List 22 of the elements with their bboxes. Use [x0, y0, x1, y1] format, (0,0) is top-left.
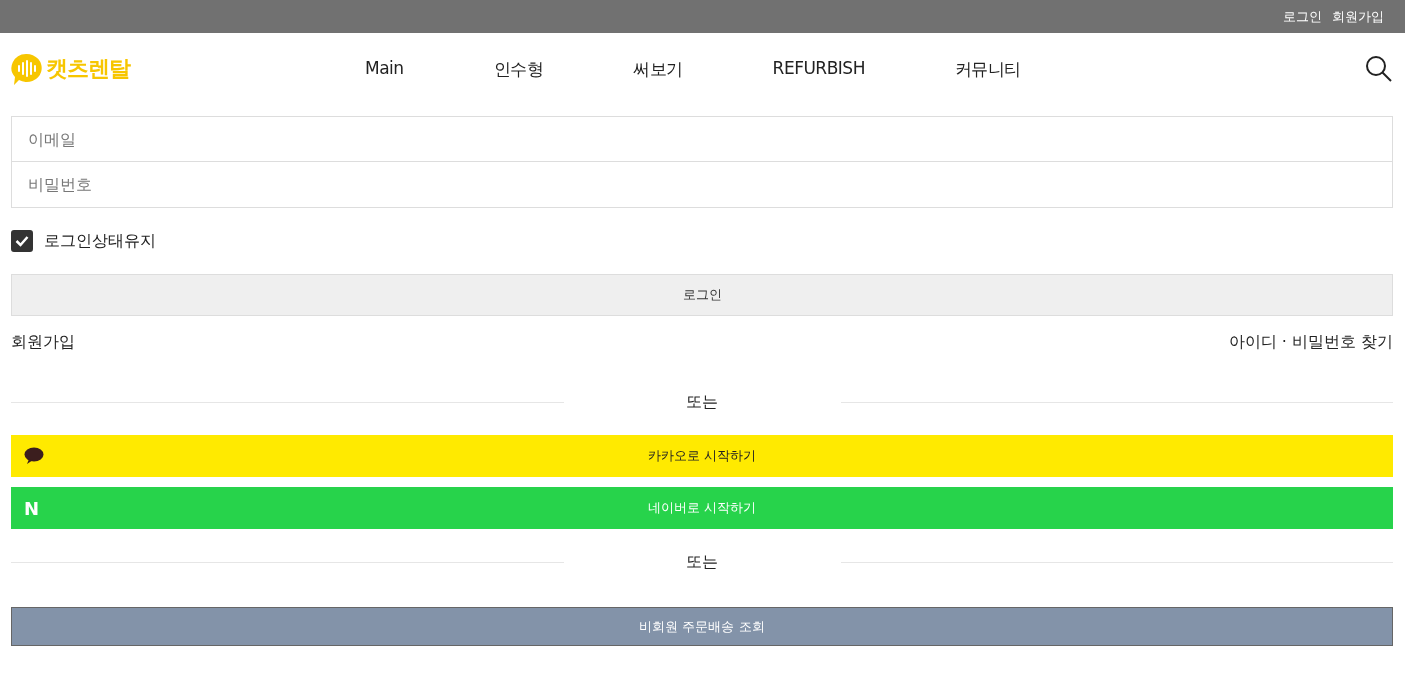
signup-link[interactable]: 회원가입 — [11, 331, 75, 353]
nav-link[interactable]: 인수형 — [493, 57, 544, 81]
divider-label: 또는 — [685, 551, 719, 573]
nav-link[interactable]: 써보기 — [633, 57, 683, 81]
checkbox[interactable] — [11, 230, 33, 252]
naver-logo-icon: N — [24, 497, 40, 519]
top-link[interactable]: 로그인 — [1283, 7, 1322, 26]
find-account-link[interactable]: 아이디 · 비밀번호 찾기 — [1228, 331, 1393, 353]
speech-bubble-icon — [10, 52, 44, 86]
login-button[interactable]: 로그인 — [11, 274, 1393, 316]
divider-label: 또는 — [685, 391, 719, 413]
search-icon[interactable] — [1365, 55, 1393, 83]
password-field[interactable]: 비밀번호 — [11, 162, 1393, 208]
email-field[interactable]: 이메일 — [11, 116, 1393, 162]
nav-link[interactable]: REFURBISH — [772, 57, 865, 81]
kakao-login-button[interactable]: 카카오로 시작하기 — [11, 435, 1393, 477]
checkmark-icon — [15, 235, 29, 247]
nav-link[interactable]: 커뮤니티 — [954, 57, 1021, 81]
nav-link[interactable]: Main — [365, 57, 404, 81]
checkbox-label: 로그인상태유지 — [44, 230, 156, 252]
speech-bubble-icon — [24, 447, 44, 465]
top-link[interactable]: 회원가입 — [1332, 7, 1384, 26]
